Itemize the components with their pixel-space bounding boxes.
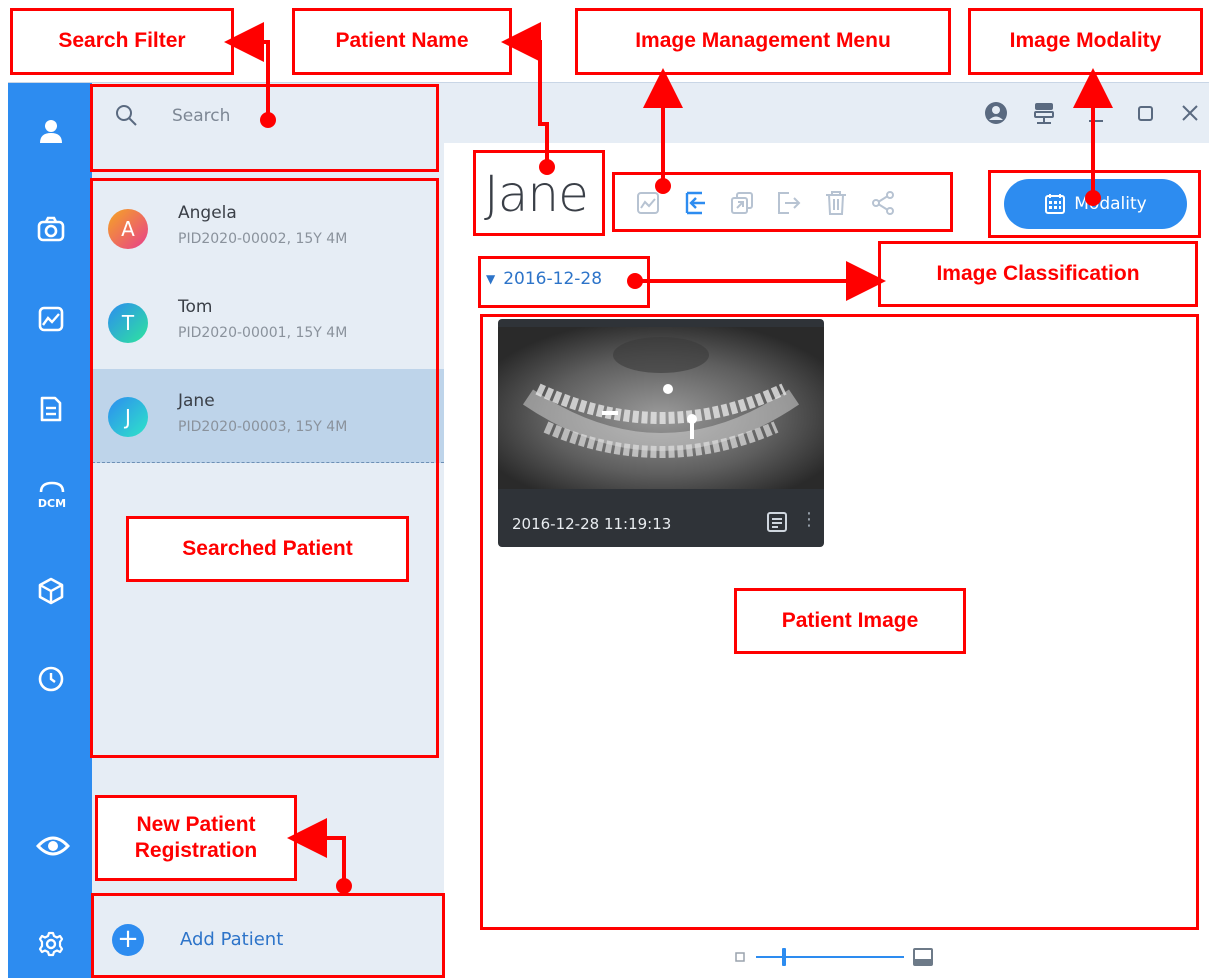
thumbnail-timestamp: 2016-12-28 11:19:13 [512, 515, 672, 533]
note-icon[interactable] [766, 511, 788, 533]
page-title: Jane [484, 165, 589, 223]
export-icon[interactable] [765, 183, 812, 223]
avatar: A [108, 209, 148, 249]
dcm-label: DCM [38, 497, 66, 510]
patient-name: Tom [178, 297, 213, 317]
minimize-icon[interactable] [1084, 101, 1108, 125]
label-image-classification: Image Classification [878, 241, 1198, 307]
image-icon[interactable] [35, 303, 67, 335]
patient-row-tom[interactable]: T Tom PID2020-00001, 15Y 4M [92, 275, 444, 369]
label-searched-patient: Searched Patient [126, 516, 409, 582]
image-thumbnail[interactable]: 2016-12-28 11:19:13 ⋮ [498, 319, 824, 547]
plus-icon: + [112, 924, 144, 956]
search-box [92, 83, 444, 149]
label-new-patient-registration: New Patient Registration [95, 795, 297, 881]
label-patient-name: Patient Name [292, 8, 512, 75]
gear-icon[interactable] [35, 928, 67, 960]
label-patient-image: Patient Image [734, 588, 966, 654]
patient-name: Jane [178, 391, 215, 411]
date-group-header[interactable]: ▼ 2016-12-28 [486, 269, 602, 289]
eye-icon[interactable] [35, 830, 71, 862]
patient-details: PID2020-00002, 15Y 4M [178, 231, 348, 247]
cube-icon[interactable] [35, 575, 67, 607]
caret-down-icon: ▼ [486, 272, 496, 286]
small-size-icon [735, 952, 745, 962]
dcm-icon[interactable]: DCM [35, 479, 69, 511]
label-image-management-menu: Image Management Menu [575, 8, 951, 75]
modality-label: Modality [1074, 194, 1147, 214]
image-view-icon[interactable] [624, 183, 671, 223]
clock-icon[interactable] [35, 663, 67, 695]
patient-row-angela[interactable]: A Angela PID2020-00002, 15Y 4M [92, 181, 444, 275]
person-icon[interactable] [35, 115, 67, 147]
panoramic-xray-image [498, 327, 824, 489]
label-image-modality: Image Modality [968, 8, 1203, 75]
camera-icon[interactable] [35, 213, 67, 245]
avatar: T [108, 303, 148, 343]
patient-name: Angela [178, 203, 237, 223]
search-icon [116, 105, 137, 126]
search-input[interactable] [172, 103, 412, 129]
nav-rail: DCM [8, 83, 92, 978]
patient-row-jane[interactable]: J Jane PID2020-00003, 15Y 4M [92, 369, 444, 463]
label-search-filter: Search Filter [10, 8, 234, 75]
add-patient-label: Add Patient [180, 929, 284, 950]
patient-details: PID2020-00003, 15Y 4M [178, 419, 348, 435]
trash-icon[interactable] [812, 183, 859, 223]
main-area: Jane Modality ▼ 2016-12-28 2016-12-28 11… [444, 83, 1209, 978]
title-bar [444, 83, 1209, 143]
maximize-icon[interactable] [1134, 101, 1158, 125]
user-circle-icon[interactable] [984, 101, 1008, 125]
avatar: J [108, 397, 148, 437]
image-management-toolbar [624, 183, 906, 223]
slider-handle[interactable] [782, 948, 786, 966]
more-vertical-icon[interactable]: ⋮ [800, 509, 818, 531]
import-icon[interactable] [671, 183, 718, 223]
modality-button[interactable]: Modality [1004, 179, 1187, 229]
annotated-screenshot: DCM A Angela PID2020- [0, 0, 1209, 978]
patient-details: PID2020-00001, 15Y 4M [178, 325, 348, 341]
share-icon[interactable] [859, 183, 906, 223]
network-icon[interactable] [1032, 101, 1056, 125]
date-group-label: 2016-12-28 [503, 269, 603, 289]
zoom-slider[interactable] [734, 945, 944, 969]
add-patient-button[interactable]: + Add Patient [92, 899, 444, 978]
close-icon[interactable] [1178, 101, 1202, 125]
copy-icon[interactable] [718, 183, 765, 223]
report-icon[interactable] [35, 393, 67, 425]
calendar-grid-icon [1045, 194, 1066, 214]
